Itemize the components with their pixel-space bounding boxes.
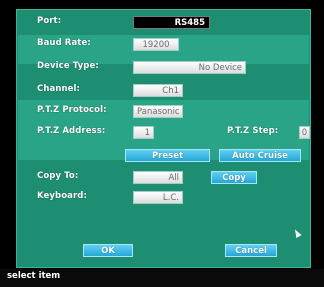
baud-rate-field[interactable]: 19200 <box>133 38 179 51</box>
device-type-label: Device Type: <box>37 61 99 71</box>
copy-to-label: Copy To: <box>37 171 79 181</box>
ptz-protocol-field[interactable]: Panasonic <box>133 105 183 118</box>
preset-button[interactable]: Preset <box>125 149 210 162</box>
copy-to-field[interactable]: All <box>133 171 183 184</box>
ptz-address-field[interactable]: 1 <box>133 126 154 139</box>
ptz-protocol-label: P.T.Z Protocol: <box>37 105 107 115</box>
auto-cruise-button[interactable]: Auto Cruise <box>219 149 301 162</box>
screen: Port: RS485 Baud Rate: 19200 Device Type… <box>0 0 324 287</box>
keyboard-field[interactable]: L.C. <box>133 191 183 204</box>
keyboard-label: Keyboard: <box>37 191 87 201</box>
ptz-step-field[interactable]: 0 <box>299 126 310 139</box>
ptz-address-label: P.T.Z Address: <box>37 126 106 136</box>
channel-field[interactable]: Ch1 <box>133 84 183 97</box>
channel-label: Channel: <box>37 84 81 94</box>
port-field[interactable]: RS485 <box>133 16 210 29</box>
device-type-field[interactable]: No Device <box>133 61 246 74</box>
copy-button[interactable]: Copy <box>211 171 257 184</box>
cancel-button[interactable]: Cancel <box>225 244 277 257</box>
ok-button[interactable]: OK <box>83 244 133 257</box>
status-bar: select item <box>0 269 324 287</box>
ptz-step-label: P.T.Z Step: <box>227 126 279 136</box>
port-label: Port: <box>37 16 62 26</box>
baud-rate-label: Baud Rate: <box>37 38 91 48</box>
